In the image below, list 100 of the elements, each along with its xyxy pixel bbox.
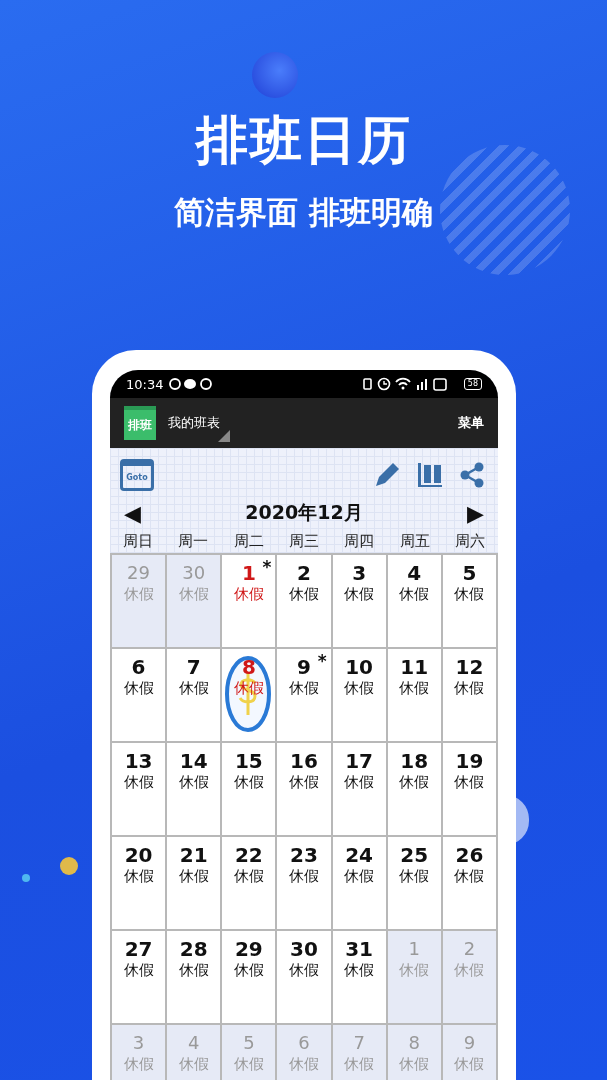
decorative-circle [252, 52, 298, 98]
day-cell[interactable]: 12 休假 [442, 649, 496, 741]
shift-label: 休假 [289, 867, 319, 886]
shift-label: 休假 [178, 961, 209, 980]
shift-label: 休假 [178, 867, 209, 886]
day-cell[interactable]: 26 休假 [442, 837, 496, 929]
shift-label: 休假 [289, 585, 319, 604]
shift-label: 休假 [233, 1055, 264, 1074]
day-number: 3 [132, 1031, 145, 1055]
shift-label: 休假 [123, 773, 154, 792]
day-cell[interactable]: 9 * 休假 [277, 649, 331, 741]
shift-label: 休假 [454, 679, 485, 698]
battery-indicator: 58 [463, 378, 482, 390]
day-cell[interactable]: 17 休假 [332, 743, 386, 835]
shift-label: 休假 [454, 585, 485, 604]
notification-icons-drawing [169, 377, 214, 391]
previous-month-button[interactable]: ◀ [124, 500, 141, 526]
day-number: 6 [131, 655, 146, 679]
day-number: 23 [290, 843, 318, 867]
day-cell[interactable]: 3 休假 [332, 555, 386, 647]
day-cell[interactable]: 4 休假 [387, 555, 441, 647]
day-number: 28 [179, 937, 208, 961]
shift-label: 休假 [344, 867, 375, 886]
day-cell[interactable]: 28 休假 [167, 931, 221, 1023]
day-cell[interactable]: 5 休假 [442, 555, 496, 647]
day-cell[interactable]: 30 休假 [277, 931, 331, 1023]
decorative-dot [22, 874, 30, 882]
day-cell[interactable]: 23 休假 [277, 837, 331, 929]
day-cell[interactable]: 13 休假 [112, 743, 166, 835]
day-number: 27 [124, 937, 153, 961]
day-cell[interactable]: 2 休假 [277, 555, 331, 647]
day-number: 30 [290, 937, 318, 961]
day-number: 18 [400, 749, 429, 773]
day-number: 1 [408, 937, 420, 961]
day-number: 29 [234, 937, 263, 961]
day-cell[interactable]: 24 休假 [332, 837, 386, 929]
day-cell[interactable]: 10 休假 [332, 649, 386, 741]
weekday-header: 周一 [177, 532, 210, 551]
shift-label: 休假 [289, 961, 319, 980]
note-mark: * [262, 557, 272, 577]
app-icon: 排班 [124, 406, 156, 440]
day-cell[interactable]: 21 休假 [167, 837, 221, 929]
shift-label: 休假 [399, 679, 430, 698]
day-cell[interactable]: 1 * 休假 [222, 555, 276, 647]
promo-subtitle: 简洁界面 排班明确 [174, 193, 433, 232]
note-mark: * [317, 651, 327, 671]
schedule-selector[interactable]: 我的班表 [168, 414, 220, 432]
shift-label: 休假 [123, 1055, 154, 1074]
weekday-header: 周四 [343, 532, 376, 551]
day-cell[interactable]: 27 休假 [112, 931, 166, 1023]
menu-button[interactable]: 菜单 [458, 414, 484, 432]
day-cell[interactable]: 25 休假 [387, 837, 441, 929]
day-number: 21 [179, 843, 208, 867]
weekday-header: 周六 [454, 532, 487, 551]
day-number: 22 [234, 843, 263, 867]
goto-calendar-button[interactable]: Goto [120, 459, 154, 491]
day-number: 12 [455, 655, 484, 679]
day-number: 29 [127, 561, 150, 585]
day-number: 15 [234, 749, 263, 773]
day-cell[interactable]: 31 休假 [332, 931, 386, 1023]
day-cell[interactable]: 6 休假 [112, 649, 166, 741]
day-number: 1 [241, 561, 256, 585]
shift-label: 休假 [123, 585, 154, 604]
day-number: 13 [124, 749, 153, 773]
day-number: 7 [353, 1031, 365, 1055]
shift-label: 休假 [454, 867, 485, 886]
day-cell[interactable]: 7 休假 [167, 649, 221, 741]
day-number: 25 [400, 843, 429, 867]
shift-label: 休假 [289, 1055, 319, 1074]
shift-label: 休假 [178, 585, 209, 604]
day-number: 4 [407, 561, 422, 585]
day-cell[interactable]: 14 休假 [167, 743, 221, 835]
shift-label: 休假 [233, 867, 264, 886]
day-cell[interactable]: 20 休假 [112, 837, 166, 929]
weekday-header: 周五 [398, 532, 431, 551]
day-cell[interactable]: 11 休假 [387, 649, 441, 741]
day-cell[interactable]: 15 休假 [222, 743, 276, 835]
day-cell[interactable]: 16 休假 [277, 743, 331, 835]
day-cell[interactable]: 22 休假 [222, 837, 276, 929]
shift-label: 休假 [399, 867, 430, 886]
dropdown-corner-icon [218, 430, 230, 442]
day-cell[interactable]: 19 休假 [442, 743, 496, 835]
books-icon[interactable] [416, 461, 444, 489]
day-cell[interactable]: 29 休假 [222, 931, 276, 1023]
day-number: 16 [290, 749, 318, 773]
shift-label: 休假 [289, 773, 319, 792]
next-month-button[interactable]: ▶ [467, 500, 484, 526]
day-cell[interactable]: 18 休假 [387, 743, 441, 835]
share-icon[interactable] [458, 461, 486, 489]
shift-label: 休假 [399, 773, 430, 792]
promo-title: 排班日历 [195, 109, 412, 172]
decorative-dot [60, 857, 78, 875]
shift-label: 休假 [233, 961, 264, 980]
shift-label: 休假 [233, 585, 264, 604]
shift-label: 休假 [399, 1055, 430, 1074]
day-number: 9 [463, 1031, 476, 1055]
day-number: 11 [400, 655, 429, 679]
day-number: 31 [345, 937, 374, 961]
day-number: 7 [186, 655, 201, 679]
day-number: 24 [345, 843, 374, 867]
